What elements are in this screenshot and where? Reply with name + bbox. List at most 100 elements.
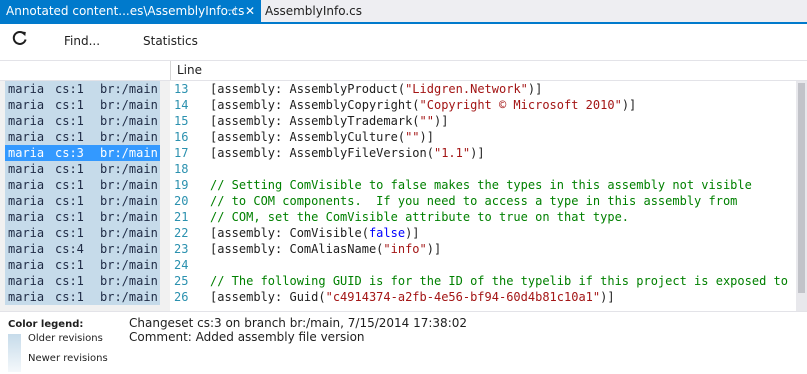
code-token: )] [426,242,442,256]
annotation-row[interactable]: maria cs:1 br:/main 15 [assembly: AssemblyTr… [0,113,807,129]
annotation-user: maria [8,258,45,272]
annotation-view: maria cs:1 br:/main 13 [assembly: AssemblyPr… [0,81,807,311]
annotation-cell[interactable]: maria cs:1 br:/main [5,289,160,305]
changeset-comment: Comment: Added assembly file version [129,330,365,344]
annotation-cell[interactable]: maria cs:1 br:/main [5,273,160,289]
line-number: 21 [174,210,189,224]
line-number: 15 [174,114,189,128]
annotation-changeset: cs:1 [55,290,84,304]
code-token: // The following GUID is for the ID of t… [210,274,807,288]
annotation-cell[interactable]: maria cs:1 br:/main [5,113,160,129]
code-token: "info" [383,242,427,256]
tab-annotated-label: Annotated content...es\AssemblyInfo.cs [6,4,245,18]
annotation-branch: br:/main [100,162,158,176]
tab-assemblyinfo[interactable]: AssemblyInfo.cs [263,0,362,22]
toolbar: Find... Statistics [0,24,807,61]
code-line[interactable]: [assembly: AssemblyTrademark("")] [210,113,448,129]
pin-icon[interactable]: ⊣ [227,0,237,22]
annotation-row[interactable]: maria cs:1 br:/main 26 [assembly: Guid("c491… [0,289,807,305]
code-token: "Lidgren.Network" [405,82,528,96]
tab-annotated-content[interactable]: Annotated content...es\AssemblyInfo.cs ⊣… [0,0,261,22]
statistics-button[interactable]: Statistics [143,34,198,48]
annotation-cell[interactable]: maria cs:1 br:/main [5,81,160,97]
annotation-cell[interactable]: maria cs:3 br:/main [5,145,160,161]
vertical-scrollbar[interactable] [796,81,807,311]
tab-bar: Annotated content...es\AssemblyInfo.cs ⊣… [0,0,807,24]
line-number: 25 [174,274,189,288]
annotation-user: maria [8,146,45,160]
legend-older-label: Older revisions [28,333,103,344]
annotation-cell[interactable]: maria cs:4 br:/main [5,241,160,257]
code-token: "1.1" [433,146,471,160]
annotation-cell[interactable]: maria cs:1 br:/main [5,225,160,241]
find-button[interactable]: Find... [64,34,100,48]
code-line[interactable]: [assembly: AssemblyProduct("Lidgren.Netw… [210,81,542,97]
legend-gradient-swatch [8,334,21,372]
annotation-row[interactable]: maria cs:3 br:/main 17 [assembly: AssemblyFi… [0,145,807,161]
annotation-branch: br:/main [100,258,158,272]
code-line[interactable]: // Setting ComVisible to false makes the… [210,177,752,193]
code-line[interactable]: [assembly: AssemblyCulture("")] [210,129,434,145]
annotation-branch: br:/main [100,194,158,208]
line-column-header[interactable]: Line [177,63,202,77]
annotation-branch: br:/main [100,242,158,256]
annotation-branch: br:/main [100,274,158,288]
annotation-changeset: cs:1 [55,162,84,176]
annotation-row[interactable]: maria cs:1 br:/main 24 [0,257,807,273]
annotation-cell[interactable]: maria cs:1 br:/main [5,177,160,193]
scroll-thumb[interactable] [798,83,805,293]
annotation-row[interactable]: maria cs:1 br:/main 25 // The following GUID… [0,273,807,289]
line-number: 19 [174,178,189,192]
annotation-changeset: cs:1 [55,178,84,192]
annotation-row[interactable]: maria cs:1 br:/main 16 [assembly: AssemblyCu… [0,129,807,145]
annotation-row[interactable]: maria cs:1 br:/main 22 [assembly: ComVisible… [0,225,807,241]
code-line[interactable]: // to COM components. If you need to acc… [210,193,737,209]
code-token: // to COM components. If you need to acc… [210,194,738,208]
annotation-branch: br:/main [100,178,158,192]
refresh-icon[interactable] [12,30,28,49]
code-line[interactable]: [assembly: AssemblyCopyright("Copyright … [210,97,636,113]
code-line[interactable]: [assembly: Guid("c4914374-a2fb-4e56-bf94… [210,289,615,305]
code-token: [assembly: ComAliasName( [210,242,384,256]
annotation-row[interactable]: maria cs:4 br:/main 23 [assembly: ComAliasNa… [0,241,807,257]
annotation-cell[interactable]: maria cs:1 br:/main [5,209,160,225]
annotation-row[interactable]: maria cs:1 br:/main 19 // Setting ComVisible… [0,177,807,193]
annotation-row[interactable]: maria cs:1 br:/main 18 [0,161,807,177]
annotation-row[interactable]: maria cs:1 br:/main 13 [assembly: AssemblyPr… [0,81,807,97]
code-token: "c4914374-a2fb-4e56-bf94-60d4b81c10a1" [325,290,601,304]
line-number: 20 [174,194,189,208]
annotation-user: maria [8,82,45,96]
annotation-branch: br:/main [100,226,158,240]
code-line[interactable]: // The following GUID is for the ID of t… [210,273,807,289]
code-token: [assembly: AssemblyProduct( [210,82,406,96]
annotation-cell[interactable]: maria cs:1 br:/main [5,193,160,209]
annotation-changeset: cs:1 [55,194,84,208]
code-line[interactable]: [assembly: ComVisible(false)] [210,225,420,241]
line-number: 16 [174,130,189,144]
code-token: )] [405,226,420,240]
close-icon[interactable]: ✕ [245,0,255,22]
annotation-branch: br:/main [100,114,158,128]
annotation-row[interactable]: maria cs:1 br:/main 20 // to COM components.… [0,193,807,209]
annotation-user: maria [8,194,45,208]
line-number: 17 [174,146,189,160]
annotation-user: maria [8,274,45,288]
code-token: "Copyright © Microsoft 2010" [419,98,622,112]
annotation-row[interactable]: maria cs:1 br:/main 14 [assembly: AssemblyCo… [0,97,807,113]
code-line[interactable]: [assembly: ComAliasName("info")] [210,241,441,257]
column-splitter[interactable] [170,61,171,80]
annotation-cell[interactable]: maria cs:1 br:/main [5,257,160,273]
code-token: false [368,226,406,240]
annotation-changeset: cs:1 [55,98,84,112]
code-token: )] [527,82,543,96]
code-line[interactable]: // COM, set the ComVisible attribute to … [210,209,629,225]
annotation-user: maria [8,242,45,256]
annotation-branch: br:/main [100,146,158,160]
annotation-cell[interactable]: maria cs:1 br:/main [5,161,160,177]
annotation-row[interactable]: maria cs:1 br:/main 21 // COM, set the ComVi… [0,209,807,225]
code-token: [assembly: AssemblyCopyright( [210,98,420,112]
annotation-cell[interactable]: maria cs:1 br:/main [5,129,160,145]
annotation-cell[interactable]: maria cs:1 br:/main [5,97,160,113]
code-line[interactable]: [assembly: AssemblyFileVersion("1.1")] [210,145,485,161]
annotation-changeset: cs:1 [55,82,84,96]
